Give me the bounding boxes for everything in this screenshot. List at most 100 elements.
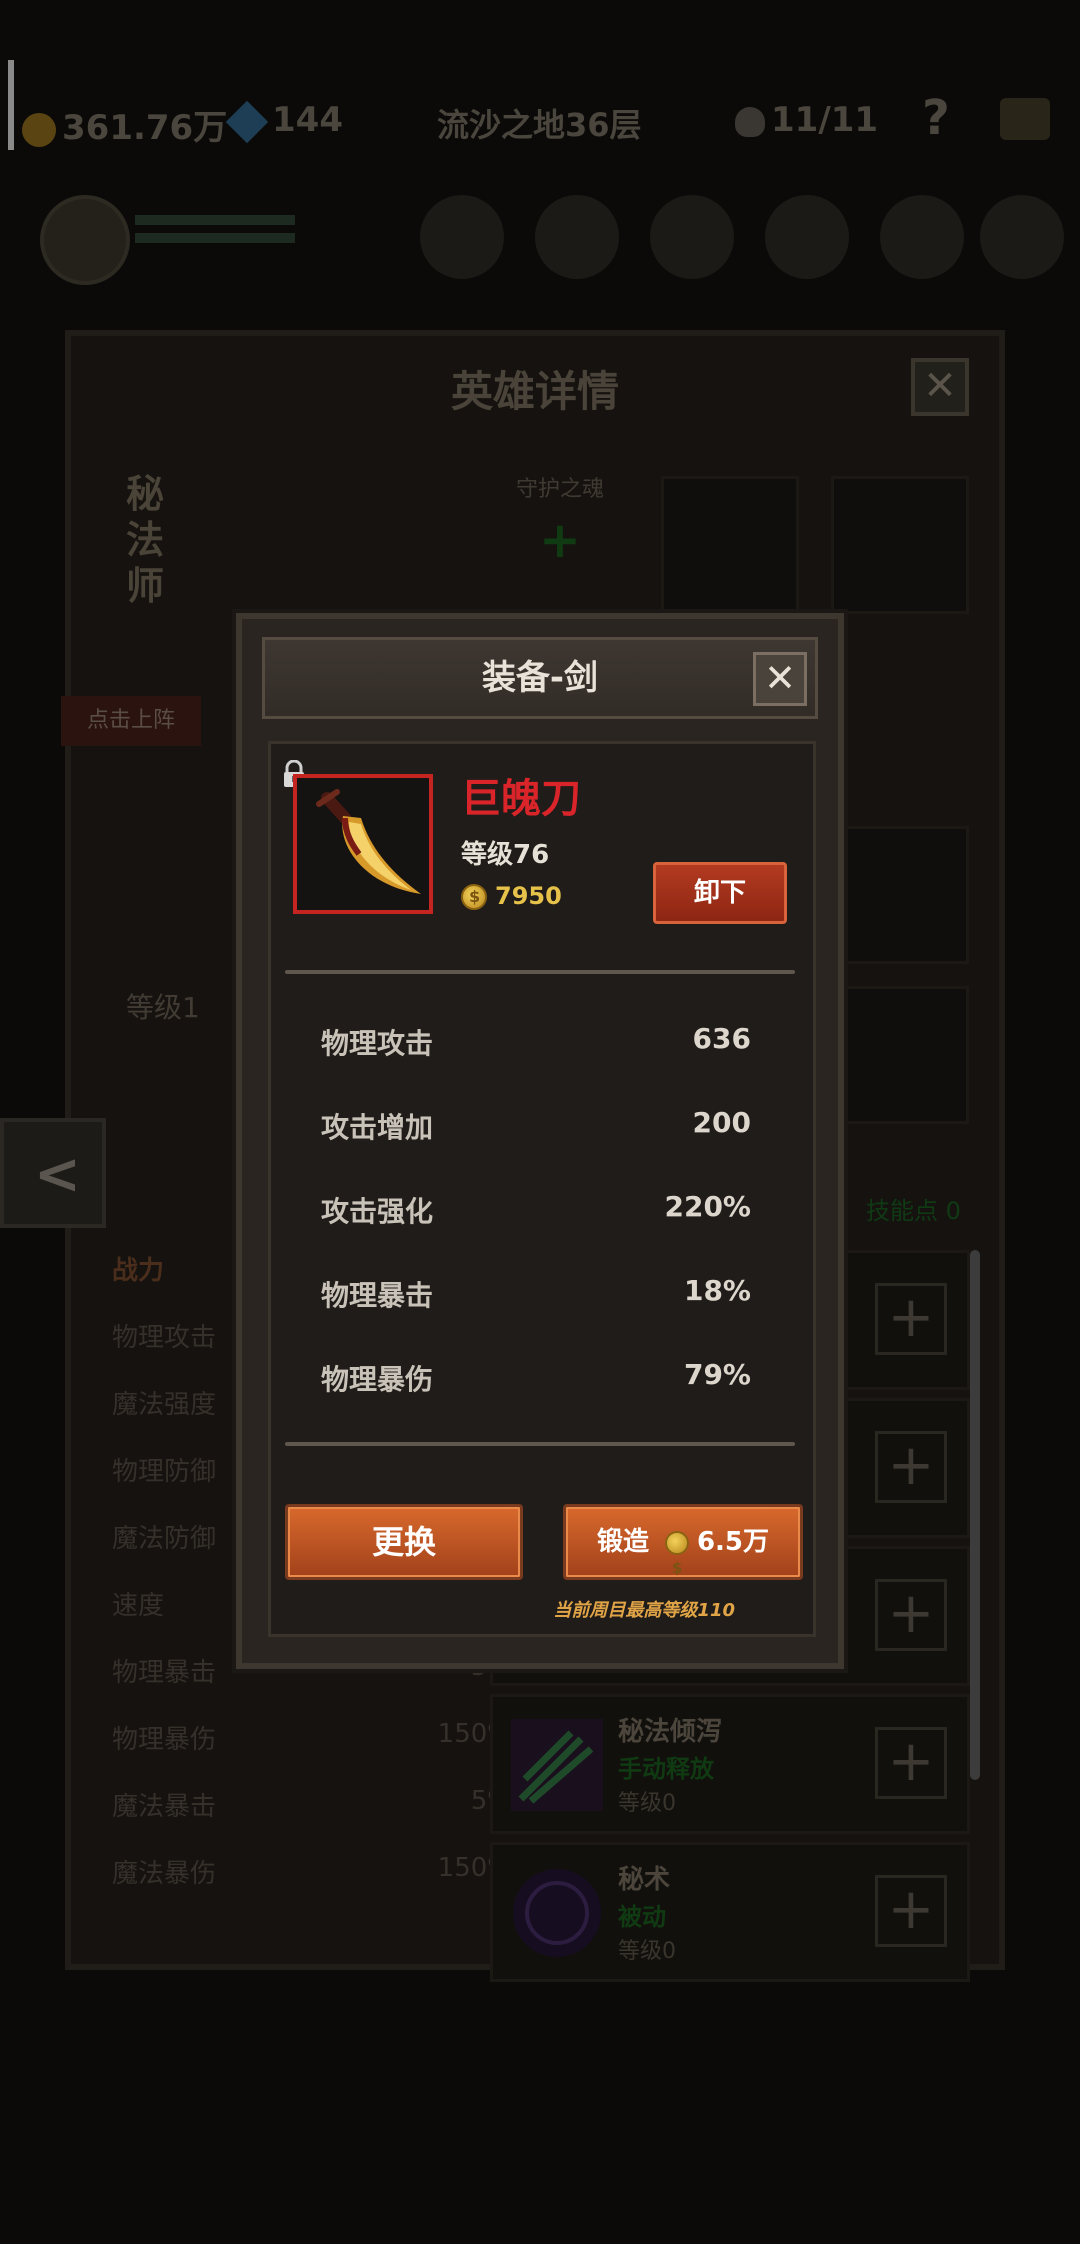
skill-upgrade-plus-icon[interactable]: + — [875, 1431, 947, 1503]
replace-button[interactable]: 更换 — [285, 1504, 523, 1580]
stat-label: 魔法暴伤 — [112, 1859, 217, 1889]
gem-counter: 144 — [225, 100, 343, 143]
stat-row: 魔法暴击5% — [112, 1786, 512, 1853]
help-button[interactable]: ? — [922, 90, 950, 146]
skill-card[interactable]: 秘法倾泻 手动释放 等级0 + — [490, 1694, 970, 1834]
gold-coin-icon — [664, 1530, 689, 1603]
sword-item-icon — [297, 778, 429, 910]
item-stat-label: 物理暴击 — [321, 1279, 434, 1312]
skill-name: 秘法倾泻 — [618, 1717, 723, 1747]
chevron-left-icon: < — [34, 1142, 81, 1207]
gold-value: 361.76万 — [62, 108, 228, 148]
forge-button[interactable]: 锻造 6.5万 — [563, 1504, 803, 1603]
stat-label: 物理暴伤 — [112, 1725, 217, 1755]
item-stat-label: 物理攻击 — [321, 1027, 434, 1060]
item-stat-row: 物理暴击 18% — [321, 1274, 751, 1358]
item-stat-label: 攻击强化 — [321, 1195, 434, 1228]
skill-points: 技能点 0 — [866, 1197, 961, 1225]
item-icon-frame[interactable] — [293, 774, 433, 914]
hero-class-name: 秘法师 — [126, 472, 165, 608]
skill-upgrade-plus-icon[interactable]: + — [875, 1283, 947, 1355]
item-stats: 物理攻击 636 攻击增加 200 攻击强化 220% 物理暴击 18% 物理暴… — [321, 1022, 751, 1442]
stat-row: 魔法暴伤 150% — [112, 1853, 512, 1920]
hero-detail-close-button[interactable]: ✕ — [911, 358, 969, 416]
stat-label: 战力 — [112, 1256, 165, 1286]
stage-name: 流沙之地36层 — [437, 106, 642, 144]
gift-icon[interactable] — [1000, 98, 1050, 140]
skill-list-scrollbar[interactable] — [970, 1250, 980, 1780]
item-name: 巨魄刀 — [461, 776, 581, 822]
modal-title: 装备-剑 — [481, 658, 599, 698]
hero-skill-icon-2[interactable] — [535, 195, 619, 279]
equip-slot[interactable] — [661, 476, 799, 614]
stat-row: 物理暴伤 150% — [112, 1719, 512, 1786]
skill-level: 等级0 — [618, 1939, 676, 1964]
item-stat-label: 物理暴伤 — [321, 1363, 434, 1396]
prev-hero-button[interactable]: < — [0, 1118, 106, 1228]
hero-row — [20, 185, 1070, 295]
stat-label: 魔法暴击 — [112, 1792, 217, 1822]
gem-value: 144 — [272, 100, 343, 140]
forge-label: 锻造 — [596, 1527, 649, 1557]
stat-label: 速度 — [112, 1591, 165, 1621]
hero-portrait-avatar[interactable] — [40, 195, 130, 285]
unequip-button[interactable]: 卸下 — [653, 862, 787, 924]
arcane-torrent-skill-icon — [511, 1719, 603, 1811]
item-stat-value: 18% — [683, 1274, 751, 1307]
hero-skill-icon-6[interactable] — [980, 195, 1064, 279]
top-bar: 361.76万 144 流沙之地36层 11/11 ? — [0, 90, 1080, 160]
equip-slot[interactable] — [831, 826, 969, 964]
equipment-modal: 装备-剑 ✕ 巨魄刀 等级76 7950 卸下 — [236, 613, 844, 1669]
kill-counter: 11/11 — [735, 100, 878, 140]
hero-hp-bars — [135, 215, 295, 255]
hero-skill-icon-5[interactable] — [880, 195, 964, 279]
skull-icon — [735, 106, 765, 137]
stat-label: 物理防御 — [112, 1457, 217, 1487]
gold-counter: 361.76万 — [22, 100, 227, 149]
divider — [285, 970, 795, 974]
hero-skill-icon-1[interactable] — [420, 195, 504, 279]
add-guard-soul-icon[interactable]: + — [539, 511, 581, 569]
kill-value: 11/11 — [771, 100, 879, 140]
skill-type: 手动释放 — [618, 1755, 714, 1783]
stat-label: 魔法强度 — [112, 1390, 217, 1420]
guard-soul-label: 守护之魂 — [516, 477, 605, 502]
max-level-note: 当前周目最高等级110 — [553, 1600, 735, 1621]
gold-coin-icon — [461, 884, 487, 910]
hero-level: 等级1 — [126, 991, 200, 1024]
arcane-rune-skill-icon — [513, 1869, 601, 1957]
skill-card[interactable]: 秘术 被动 等级0 + — [490, 1842, 970, 1982]
item-price-value: 7950 — [495, 882, 562, 910]
item-stat-value: 636 — [692, 1022, 751, 1055]
stat-label: 魔法防御 — [112, 1524, 217, 1554]
modal-header: 装备-剑 ✕ — [262, 637, 818, 719]
item-level: 等级76 — [461, 840, 550, 870]
gold-coin-icon — [22, 112, 56, 147]
divider — [285, 1442, 795, 1446]
hero-skill-icon-4[interactable] — [765, 195, 849, 279]
item-stat-row: 物理暴伤 79% — [321, 1358, 751, 1442]
item-price: 7950 — [461, 882, 562, 910]
skill-upgrade-plus-icon[interactable]: + — [875, 1579, 947, 1651]
gem-icon — [225, 100, 269, 143]
skill-upgrade-plus-icon[interactable]: + — [875, 1875, 947, 1947]
skill-type: 被动 — [618, 1903, 666, 1931]
skill-name: 秘术 — [618, 1865, 671, 1895]
modal-body: 巨魄刀 等级76 7950 卸下 物理攻击 636 攻击增加 200 攻击强化 … — [268, 741, 816, 1637]
item-stat-row: 攻击增加 200 — [321, 1106, 751, 1190]
skill-upgrade-plus-icon[interactable]: + — [875, 1727, 947, 1799]
item-stat-value: 200 — [692, 1106, 751, 1139]
equip-slot[interactable] — [831, 476, 969, 614]
item-stat-row: 物理攻击 636 — [321, 1022, 751, 1106]
forge-cost: 6.5万 — [696, 1527, 770, 1557]
hero-skill-icon-3[interactable] — [650, 195, 734, 279]
equip-slot[interactable] — [831, 986, 969, 1124]
item-stat-value: 220% — [664, 1190, 751, 1223]
skill-level: 等级0 — [618, 1791, 676, 1816]
stat-label: 物理攻击 — [112, 1323, 217, 1353]
deploy-button[interactable]: 点击上阵 — [61, 696, 201, 746]
item-stat-value: 79% — [683, 1358, 751, 1391]
modal-close-button[interactable]: ✕ — [753, 652, 807, 706]
item-stat-row: 攻击强化 220% — [321, 1190, 751, 1274]
stat-label: 物理暴击 — [112, 1658, 217, 1688]
